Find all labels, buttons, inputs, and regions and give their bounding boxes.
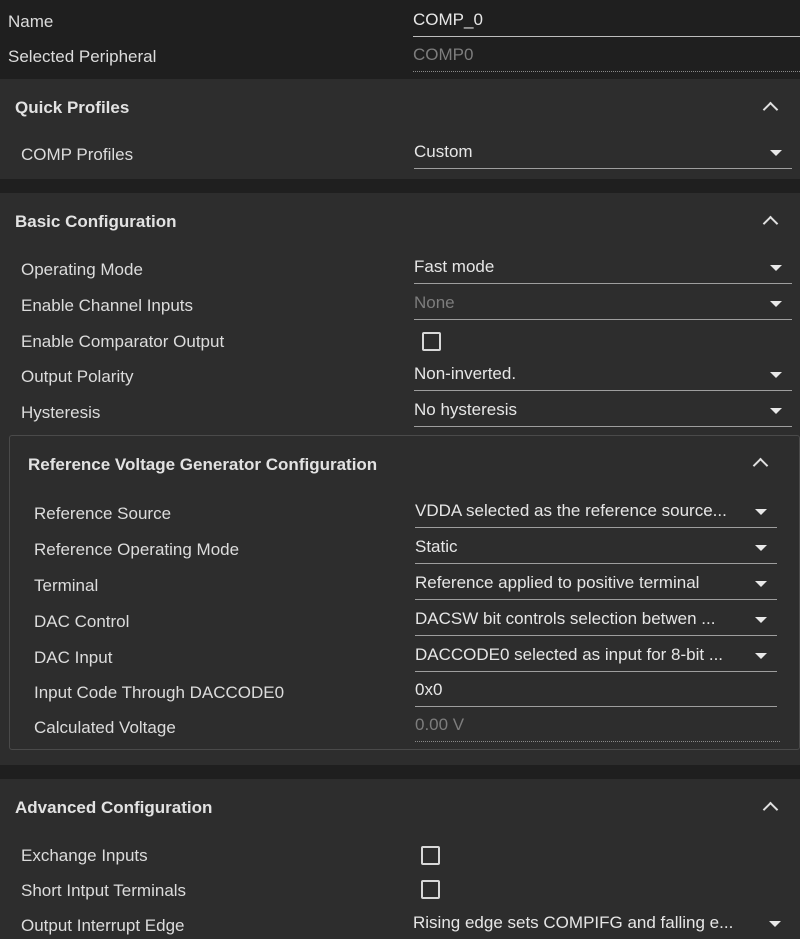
- operating-mode-row: Operating Mode Fast mode: [0, 252, 800, 288]
- operating-mode-dropdown[interactable]: Fast mode: [414, 254, 792, 284]
- comp-profiles-value: Custom: [414, 142, 473, 161]
- caret-down-icon: [770, 408, 782, 414]
- terminal-row: Terminal Reference applied to positive t…: [10, 568, 800, 604]
- caret-down-icon: [770, 150, 782, 156]
- reference-operating-mode-label: Reference Operating Mode: [34, 540, 240, 559]
- calculated-voltage-field: 0.00 V: [415, 712, 780, 742]
- input-code-input[interactable]: 0x0: [415, 677, 777, 707]
- caret-down-icon: [755, 509, 767, 515]
- interrupt-edge-value: Rising edge sets COMPIFG and falling e..…: [413, 913, 734, 932]
- channel-inputs-value: None: [414, 293, 455, 312]
- dac-control-value: DACSW bit controls selection betwen ...: [415, 609, 716, 628]
- calculated-voltage-value: 0.00 V: [415, 715, 465, 734]
- dac-control-row: DAC Control DACSW bit controls selection…: [10, 604, 800, 640]
- terminal-label: Terminal: [34, 576, 99, 595]
- short-terminals-checkbox[interactable]: [421, 880, 440, 899]
- caret-down-icon: [755, 617, 767, 623]
- basic-configuration-title: Basic Configuration: [15, 212, 177, 231]
- chevron-up-icon[interactable]: [762, 215, 779, 232]
- operating-mode-value: Fast mode: [414, 257, 495, 276]
- advanced-configuration-title: Advanced Configuration: [15, 798, 213, 817]
- dac-input-row: DAC Input DACCODE0 selected as input for…: [10, 640, 800, 676]
- selected-peripheral-value: COMP0: [413, 45, 474, 64]
- quick-profiles-title: Quick Profiles: [15, 98, 130, 117]
- name-label: Name: [8, 12, 54, 31]
- input-code-value: 0x0: [415, 680, 443, 699]
- comparator-output-checkbox[interactable]: [422, 332, 441, 351]
- reference-voltage-title: Reference Voltage Generator Configuratio…: [28, 455, 378, 474]
- dac-input-dropdown[interactable]: DACCODE0 selected as input for 8-bit ...: [415, 642, 777, 672]
- caret-down-icon: [755, 545, 767, 551]
- output-polarity-dropdown[interactable]: Non-inverted.: [414, 361, 792, 391]
- quick-profiles-panel: Quick Profiles COMP Profiles Custom: [0, 79, 800, 179]
- output-polarity-label: Output Polarity: [21, 367, 134, 386]
- input-code-row: Input Code Through DACCODE0 0x0: [10, 675, 800, 711]
- advanced-configuration-panel: Advanced Configuration Exchange Inputs S…: [0, 779, 800, 939]
- input-code-label: Input Code Through DACCODE0: [34, 683, 285, 702]
- basic-configuration-panel: Basic Configuration Operating Mode Fast …: [0, 193, 800, 765]
- interrupt-edge-label: Output Interrupt Edge: [21, 916, 185, 935]
- comp-profiles-label: COMP Profiles: [21, 145, 134, 164]
- short-terminals-label: Short Intput Terminals: [21, 881, 187, 900]
- reference-source-label: Reference Source: [34, 504, 172, 523]
- hysteresis-dropdown[interactable]: No hysteresis: [414, 397, 792, 427]
- reference-operating-mode-dropdown[interactable]: Static: [415, 534, 777, 564]
- output-polarity-value: Non-inverted.: [414, 364, 517, 383]
- reference-source-value: VDDA selected as the reference source...: [415, 501, 727, 520]
- exchange-inputs-label: Exchange Inputs: [21, 846, 148, 865]
- comparator-output-row: Enable Comparator Output: [0, 324, 800, 360]
- selected-peripheral-row: Selected Peripheral COMP0: [0, 39, 800, 75]
- channel-inputs-label: Enable Channel Inputs: [21, 296, 194, 315]
- operating-mode-label: Operating Mode: [21, 260, 143, 279]
- selected-peripheral-label: Selected Peripheral: [8, 47, 157, 66]
- short-terminals-row: Short Intput Terminals: [0, 873, 800, 909]
- caret-down-icon: [755, 581, 767, 587]
- terminal-dropdown[interactable]: Reference applied to positive terminal: [415, 570, 777, 600]
- calculated-voltage-label: Calculated Voltage: [34, 718, 176, 737]
- comp-profiles-dropdown[interactable]: Custom: [414, 139, 792, 169]
- exchange-inputs-row: Exchange Inputs: [0, 838, 800, 874]
- terminal-value: Reference applied to positive terminal: [415, 573, 700, 592]
- interrupt-edge-row: Output Interrupt Edge Rising edge sets C…: [0, 908, 800, 939]
- channel-inputs-row: Enable Channel Inputs None: [0, 288, 800, 324]
- reference-voltage-panel: Reference Voltage Generator Configuratio…: [9, 435, 800, 750]
- hysteresis-value: No hysteresis: [414, 400, 517, 419]
- calculated-voltage-row: Calculated Voltage 0.00 V: [10, 710, 800, 746]
- name-input[interactable]: COMP_0: [413, 7, 800, 37]
- reference-operating-mode-value: Static: [415, 537, 458, 556]
- reference-operating-mode-row: Reference Operating Mode Static: [10, 532, 800, 568]
- channel-inputs-dropdown[interactable]: None: [414, 290, 792, 320]
- chevron-up-icon[interactable]: [762, 101, 779, 118]
- hysteresis-label: Hysteresis: [21, 403, 101, 422]
- output-polarity-row: Output Polarity Non-inverted.: [0, 359, 800, 395]
- caret-down-icon: [770, 372, 782, 378]
- dac-control-label: DAC Control: [34, 612, 130, 631]
- selected-peripheral-field: COMP0: [413, 42, 800, 72]
- comp-profiles-row: COMP Profiles Custom: [0, 137, 800, 173]
- chevron-up-icon[interactable]: [752, 457, 769, 474]
- comparator-output-label: Enable Comparator Output: [21, 332, 225, 351]
- caret-down-icon: [769, 921, 781, 927]
- interrupt-edge-dropdown[interactable]: Rising edge sets COMPIFG and falling e..…: [413, 910, 791, 939]
- dac-input-value: DACCODE0 selected as input for 8-bit ...: [415, 645, 724, 664]
- exchange-inputs-checkbox[interactable]: [421, 846, 440, 865]
- name-value: COMP_0: [413, 10, 483, 29]
- hysteresis-row: Hysteresis No hysteresis: [0, 395, 800, 431]
- name-row: Name COMP_0: [0, 4, 800, 40]
- dac-input-label: DAC Input: [34, 648, 113, 667]
- caret-down-icon: [770, 265, 782, 271]
- chevron-up-icon[interactable]: [762, 801, 779, 818]
- dac-control-dropdown[interactable]: DACSW bit controls selection betwen ...: [415, 606, 777, 636]
- caret-down-icon: [755, 653, 767, 659]
- reference-source-row: Reference Source VDDA selected as the re…: [10, 496, 800, 532]
- caret-down-icon: [770, 301, 782, 307]
- reference-source-dropdown[interactable]: VDDA selected as the reference source...: [415, 498, 777, 528]
